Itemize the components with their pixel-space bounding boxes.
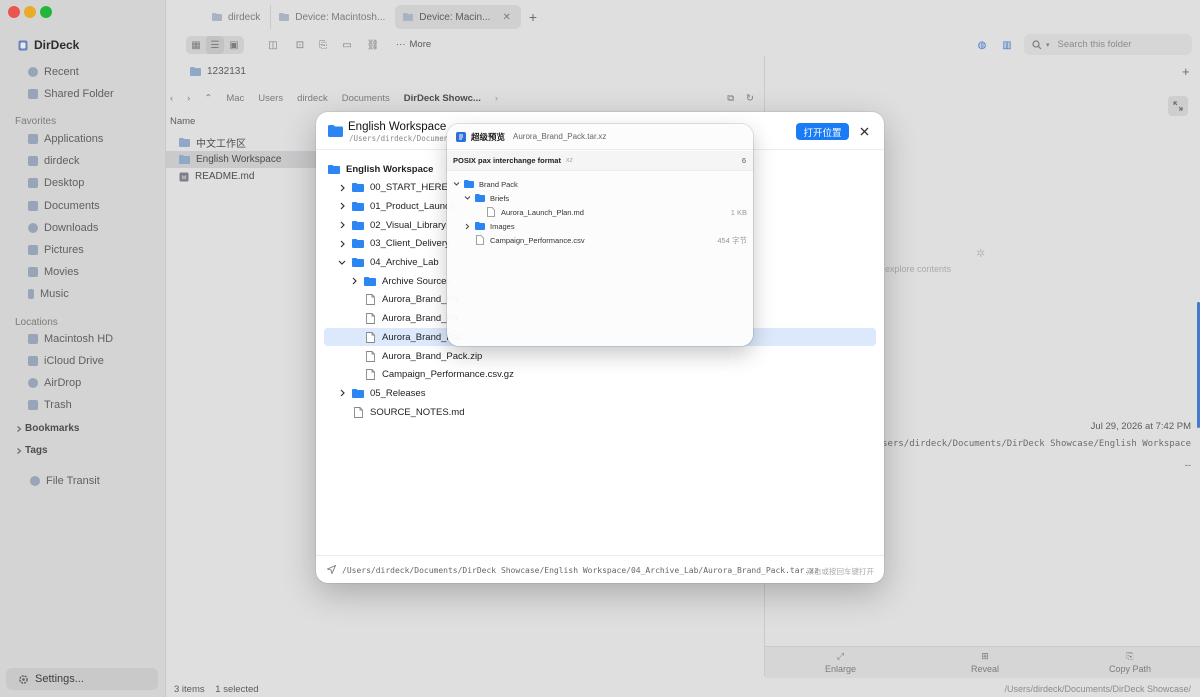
archive-item-label: Aurora_Launch_Plan.md — [501, 207, 584, 217]
archive-item-size: 1 KB — [730, 207, 747, 217]
tree-file-row[interactable]: SOURCE_NOTES.md — [324, 403, 876, 421]
tree-item-label: 03_Client_Delivery — [370, 238, 450, 250]
archive-folder-row[interactable]: Briefs — [451, 191, 749, 205]
chevron-down-icon[interactable] — [462, 195, 472, 201]
popover-header: 超级预览 Aurora_Brand_Pack.tar.xz — [447, 124, 753, 150]
file-icon — [364, 369, 376, 381]
archive-item-label: Images — [490, 221, 515, 231]
modal-title: English Workspace — [348, 121, 447, 133]
folder-icon — [352, 239, 364, 249]
close-icon[interactable] — [856, 123, 872, 139]
chevron-right-icon[interactable] — [336, 184, 348, 192]
open-hint: 双击或按回车键打开 — [806, 567, 875, 576]
tree-item-label: 04_Archive_Lab — [370, 257, 439, 268]
chevron-right-icon[interactable] — [462, 223, 472, 230]
file-icon — [364, 313, 376, 325]
file-icon — [364, 294, 376, 306]
tree-item-label: Aurora_Brand_Pack.zip — [382, 350, 483, 362]
file-icon — [364, 350, 376, 362]
folder-icon — [352, 388, 364, 398]
archive-format: POSIX pax interchange format — [453, 156, 561, 165]
modal-subtitle: /Users/dirdeck/Documents — [349, 134, 458, 143]
selected-path: /Users/dirdeck/Documents/DirDeck Showcas… — [342, 566, 819, 575]
chevron-right-icon[interactable] — [336, 240, 348, 248]
folder-icon — [475, 194, 485, 202]
folder-icon — [364, 276, 376, 286]
archive-item-size: 454 字节 — [717, 235, 747, 245]
tree-folder-row[interactable]: 05_Releases — [324, 384, 876, 402]
tree-item-label: 00_START_HERE — [370, 182, 448, 194]
chevron-right-icon[interactable] — [336, 389, 348, 397]
tree-item-label: 02_Visual_Library — [370, 219, 446, 231]
tree-item-label: Archive Sources — [382, 275, 452, 287]
archive-file-row[interactable]: Campaign_Performance.csv 454 字节 — [451, 233, 749, 247]
chevron-right-icon[interactable] — [336, 202, 348, 210]
tree-file-row[interactable]: Campaign_Performance.csv.gz — [324, 366, 876, 384]
archive-item-label: Campaign_Performance.csv — [490, 235, 585, 245]
chevron-right-icon[interactable] — [336, 221, 348, 229]
entry-count: 6 — [741, 156, 746, 165]
compression-type: xz — [565, 157, 573, 164]
open-location-button[interactable]: 打开位置 — [796, 123, 849, 140]
tree-item-label: Campaign_Performance.csv.gz — [382, 369, 514, 381]
modal-footer: /Users/dirdeck/Documents/DirDeck Showcas… — [316, 555, 884, 583]
folder-icon — [352, 183, 364, 193]
preview-app-icon — [456, 131, 466, 142]
file-icon — [352, 406, 364, 418]
file-icon — [486, 207, 496, 217]
file-icon — [475, 235, 485, 245]
chevron-down-icon[interactable] — [336, 259, 348, 266]
archive-item-label: Brand Pack — [479, 179, 518, 189]
file-icon — [364, 331, 376, 343]
folder-icon — [464, 180, 474, 188]
folder-icon — [352, 220, 364, 230]
tree-item-label: 01_Product_Launch — [370, 200, 456, 212]
tree-item-label: English Workspace — [346, 163, 434, 175]
archive-file-row[interactable]: Aurora_Launch_Plan.md 1 KB — [451, 205, 749, 219]
archive-folder-row[interactable]: Images — [451, 219, 749, 233]
archive-preview-popover: 超级预览 Aurora_Brand_Pack.tar.xz POSIX pax … — [447, 124, 753, 346]
tree-file-row[interactable]: Aurora_Brand_Pack.zip — [324, 347, 876, 365]
chevron-down-icon[interactable] — [451, 181, 461, 187]
popover-filename: Aurora_Brand_Pack.tar.xz — [513, 132, 607, 141]
chevron-right-icon[interactable] — [348, 277, 360, 285]
archive-folder-row[interactable]: Brand Pack — [451, 177, 749, 191]
folder-icon — [328, 125, 343, 137]
archive-format-row: POSIX pax interchange format xz 6 — [447, 151, 753, 171]
popover-title: 超级预览 — [471, 131, 506, 142]
navigate-icon — [327, 565, 336, 574]
tree-item-label: SOURCE_NOTES.md — [370, 406, 465, 418]
folder-icon — [475, 222, 485, 230]
archive-item-label: Briefs — [490, 193, 510, 203]
folder-icon — [328, 164, 340, 174]
folder-icon — [352, 258, 364, 267]
folder-icon — [352, 201, 364, 211]
tree-item-label: 05_Releases — [370, 387, 426, 399]
